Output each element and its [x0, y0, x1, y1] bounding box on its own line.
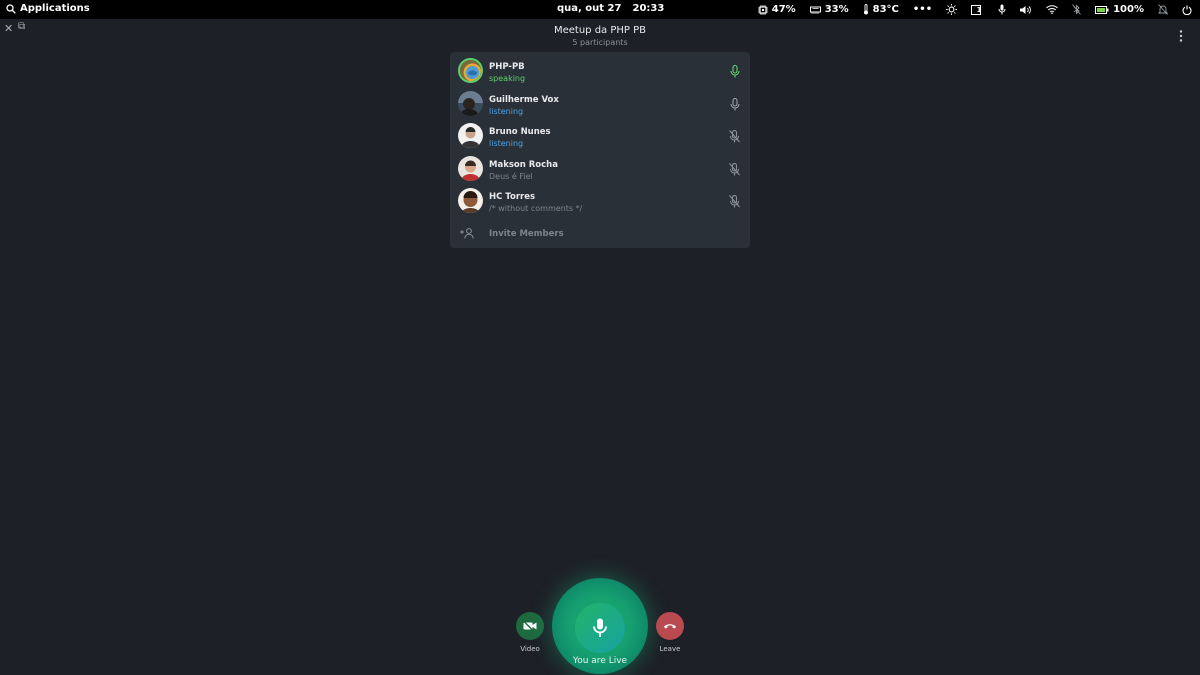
participant-row[interactable]: Guilherme Vox listening — [450, 87, 750, 119]
microphone-indicator[interactable] — [998, 2, 1006, 17]
clock[interactable]: qua, out 27 20:33 — [557, 3, 664, 14]
wifi-icon — [1046, 5, 1058, 14]
live-status-label: You are Live — [572, 656, 628, 666]
more-options-icon[interactable] — [1179, 30, 1183, 42]
search-icon — [6, 3, 16, 14]
microphone-icon[interactable] — [730, 98, 740, 111]
participant-name: HC Torres — [489, 192, 536, 202]
temperature-indicator[interactable]: 83°C — [863, 2, 899, 17]
battery-indicator[interactable]: 100% — [1095, 2, 1144, 17]
night-light-indicator[interactable] — [946, 2, 958, 17]
participant-status: /* without comments */ — [489, 204, 583, 213]
microphone-muted-icon[interactable] — [729, 163, 740, 176]
more-dots: ••• — [912, 4, 933, 15]
battery-value: 100% — [1113, 4, 1144, 15]
participant-name: Guilherme Vox — [489, 95, 559, 105]
participant-name: Bruno Nunes — [489, 127, 551, 137]
microphone-icon — [998, 4, 1006, 15]
add-user-icon — [460, 228, 474, 239]
participant-row[interactable]: Makson Rocha Deus é Fiel — [450, 152, 750, 184]
workspace-number: 1 — [976, 5, 982, 14]
avatar — [458, 58, 483, 83]
thermometer-icon — [863, 4, 868, 15]
avatar — [458, 91, 483, 116]
speaker-icon — [1020, 5, 1031, 14]
video-button[interactable] — [516, 612, 544, 640]
cpu-value: 47% — [771, 4, 796, 15]
applications-label: Applications — [20, 3, 90, 14]
cpu-indicator[interactable]: 47% — [757, 2, 796, 17]
invite-members-label: Invite Members — [489, 229, 564, 239]
microphone-muted-icon[interactable] — [729, 130, 740, 143]
cpu-icon — [757, 4, 768, 15]
call-title: Meetup da PHP PB — [553, 25, 647, 36]
participant-status: Deus é Fiel — [489, 172, 533, 181]
video-off-icon — [523, 621, 537, 631]
participant-name: Makson Rocha — [489, 160, 558, 170]
power-menu[interactable] — [1182, 2, 1192, 17]
more-indicators[interactable]: ••• — [913, 2, 932, 17]
time-label: 20:33 — [632, 3, 665, 14]
avatar — [458, 156, 483, 181]
memory-value: 33% — [824, 4, 849, 15]
participant-row[interactable]: PHP-PB speaking — [450, 54, 750, 86]
participant-row[interactable]: Bruno Nunes listening — [450, 119, 750, 151]
battery-icon — [1095, 5, 1109, 14]
microphone-toggle-button[interactable] — [575, 603, 625, 653]
participant-status: listening — [489, 139, 524, 148]
leave-label: Leave — [659, 645, 681, 653]
hang-up-icon — [664, 624, 676, 629]
participant-row[interactable]: HC Torres /* without comments */ — [450, 184, 750, 216]
microphone-active-icon[interactable] — [730, 65, 740, 78]
leave-button[interactable] — [656, 612, 684, 640]
memory-icon — [809, 6, 821, 14]
bluetooth-indicator[interactable] — [1072, 2, 1081, 17]
microphone-muted-icon[interactable] — [729, 195, 740, 208]
date-label: qua, out 27 — [557, 3, 622, 14]
bluetooth-off-icon — [1072, 4, 1081, 15]
participants-panel: PHP-PB speaking Guilherme Vox listening … — [450, 52, 750, 248]
temperature-value: 83°C — [872, 4, 899, 15]
volume-indicator[interactable] — [1020, 2, 1032, 17]
applications-menu[interactable]: Applications — [6, 3, 90, 14]
participant-count: 5 participants — [572, 38, 628, 47]
invite-members-button[interactable]: Invite Members — [450, 224, 750, 244]
workspace-indicator[interactable]: 1 — [971, 2, 984, 17]
participant-status: listening — [489, 107, 524, 116]
power-icon — [1182, 5, 1192, 15]
notifications-indicator[interactable] — [1158, 2, 1168, 17]
wifi-indicator[interactable] — [1046, 2, 1058, 17]
video-label: Video — [520, 645, 540, 653]
system-top-bar: Applications qua, out 27 20:33 47% 33% 8… — [0, 0, 1200, 19]
avatar — [458, 123, 483, 148]
notifications-off-icon — [1158, 4, 1168, 15]
call-header: Meetup da PHP PB 5 participants — [0, 25, 1200, 47]
microphone-icon — [593, 618, 607, 637]
participant-name: PHP-PB — [489, 62, 525, 72]
avatar — [458, 188, 483, 213]
brightness-icon — [946, 4, 958, 15]
memory-indicator[interactable]: 33% — [809, 2, 849, 17]
participant-status: speaking — [489, 74, 526, 83]
system-tray: 47% 33% 83°C ••• 1 100% — [744, 2, 1192, 17]
